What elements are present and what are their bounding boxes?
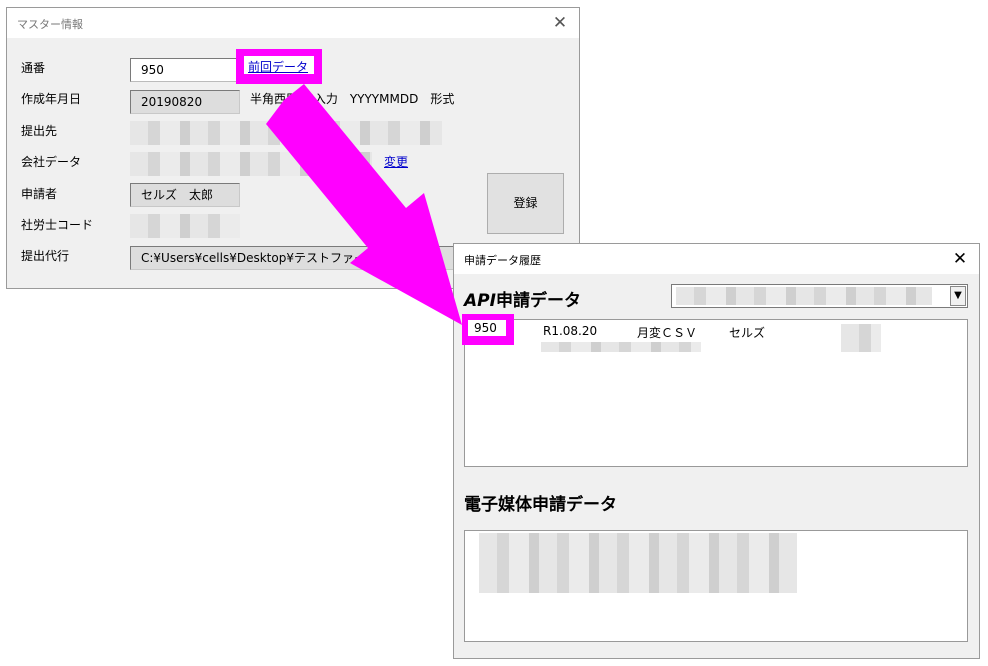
company-field[interactable] [130,152,372,176]
date-format-hint: 半角西暦 で入力 YYYYMMDD 形式 [250,92,455,106]
row-blurred-extra [841,324,881,352]
api-data-listbox[interactable]: R1.08.20 月変ＣＳＶ セルズ [464,319,968,467]
created-date-label: 作成年月日 [21,92,82,106]
master-window-title: マスター情報 [17,18,83,31]
prev-data-link[interactable]: 前回データ [248,58,308,75]
master-title-bar: マスター情報 ✕ [7,8,579,38]
row-blurred-detail [541,342,701,352]
submit-to-label: 提出先 [21,124,58,138]
media-blurred-content [479,533,797,593]
applicant-label: 申請者 [21,187,58,201]
change-link[interactable]: 変更 [384,153,408,170]
agent-file-input[interactable]: C:¥Users¥cells¥Desktop¥テストファイル.pdf [130,246,455,270]
row-date: R1.08.20 [543,324,598,338]
master-close-icon[interactable]: ✕ [549,12,571,34]
api-heading-italic: API [464,291,496,311]
sharoushi-code-field[interactable] [130,214,240,238]
history-title-bar: 申請データ履歴 ✕ [454,244,979,274]
submit-to-field[interactable] [130,121,442,145]
api-section-heading: API申請データ [464,286,581,311]
history-window: 申請データ履歴 ✕ API申請データ ▼ R1.08.20 月変ＣＳＶ セルズ … [453,243,980,659]
api-filter-combo[interactable]: ▼ [671,284,968,308]
api-filter-value [676,287,932,305]
row-name: セルズ [729,326,766,340]
register-button[interactable]: 登録 [487,173,564,234]
company-label: 会社データ [21,155,82,169]
serial-input[interactable]: 950 [130,58,240,82]
media-data-listbox[interactable] [464,530,968,642]
sharoushi-code-label: 社労士コード [21,218,94,232]
row-serial: 950 [474,321,497,335]
history-window-title: 申請データ履歴 [464,254,541,267]
created-date-input[interactable]: 20190820 [130,90,240,114]
row-type: 月変ＣＳＶ [637,326,698,340]
applicant-input[interactable]: セルズ 太郎 [130,183,240,207]
dropdown-arrow-icon[interactable]: ▼ [950,286,966,306]
history-close-icon[interactable]: ✕ [949,248,971,270]
api-heading-text: 申請データ [495,291,581,311]
agent-label: 提出代行 [21,249,70,263]
list-item[interactable]: R1.08.20 月変ＣＳＶ セルズ [465,320,967,342]
serial-label: 通番 [21,61,46,75]
media-section-heading: 電子媒体申請データ [464,495,617,515]
